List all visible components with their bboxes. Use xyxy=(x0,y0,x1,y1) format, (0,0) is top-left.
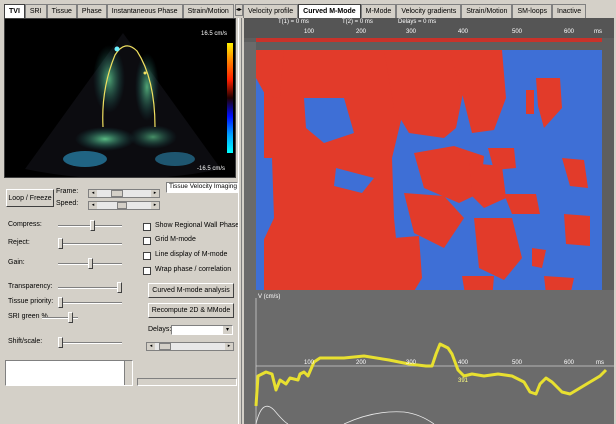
tab-strain-motion-left[interactable]: Strain/Motion xyxy=(182,4,234,18)
delays-thumb[interactable] xyxy=(159,343,171,350)
speed-scrollbar[interactable]: ◂ ▸ xyxy=(88,201,160,210)
tab-tvi[interactable]: TVI xyxy=(4,4,25,18)
gain-slider[interactable] xyxy=(88,258,93,269)
tick-ms: ms xyxy=(594,29,602,35)
tab-tissue[interactable]: Tissue xyxy=(46,4,77,18)
tab-sri[interactable]: SRI xyxy=(24,4,47,18)
transparency-label: Transparency: xyxy=(8,283,53,290)
tab-phase[interactable]: Phase xyxy=(76,4,107,18)
graph-tick-600: 600 xyxy=(564,360,575,366)
scale-bottom-label: -16.5 cm/s xyxy=(197,166,226,172)
line-display-label: Line display of M-mode xyxy=(155,251,228,258)
graph-tick-ms: ms xyxy=(596,360,604,366)
curved-mmode-panel[interactable]: T(1) = 0 ms T(2) = 0 ms Delays = 0 ms 10… xyxy=(244,18,614,424)
delays-right-arrow[interactable]: ▸ xyxy=(225,343,233,350)
marker-value: 391 xyxy=(458,378,469,384)
scale-top-label: 16.5 cm/s xyxy=(201,31,228,37)
curved-mmode-image xyxy=(244,18,614,424)
sri-green-slider[interactable] xyxy=(68,312,73,323)
compress-label: Compress: xyxy=(8,221,42,228)
mmode-t1-label: T(1) = 0 ms xyxy=(278,19,309,25)
status-bar xyxy=(137,378,237,386)
tick-300: 300 xyxy=(406,29,417,35)
tab-sm-loops[interactable]: SM-loops xyxy=(512,4,553,18)
wrap-phase-checkbox[interactable] xyxy=(143,267,151,275)
tick-500: 500 xyxy=(512,29,523,35)
tab-mmode[interactable]: M-Mode xyxy=(360,4,397,18)
show-regional-label: Show Regional Wall Phase xyxy=(155,222,240,229)
reject-label: Reject: xyxy=(8,239,30,246)
reject-slider[interactable] xyxy=(58,238,63,249)
frame-left-arrow[interactable]: ◂ xyxy=(89,190,97,197)
graph-tick-500: 500 xyxy=(512,360,523,366)
shift-scale-label: Shift/scale: xyxy=(8,338,43,345)
shift-scale-slider[interactable] xyxy=(58,337,63,348)
graph-tick-100: 100 xyxy=(304,360,315,366)
graph-tick-200: 200 xyxy=(356,360,367,366)
speed-label: Speed: xyxy=(56,200,79,207)
tick-600: 600 xyxy=(564,29,575,35)
tab-velocity-profile[interactable]: Velocity profile xyxy=(243,4,299,18)
panel-divider[interactable] xyxy=(238,18,242,424)
tick-200: 200 xyxy=(356,29,367,35)
notes-textarea[interactable] xyxy=(5,360,133,386)
tab-instantaneous-phase[interactable]: Instantaneous Phase xyxy=(106,4,183,18)
shift-scale-track xyxy=(58,342,122,344)
tissue-priority-label: Tissue priority: xyxy=(8,298,54,305)
compress-slider[interactable] xyxy=(90,220,95,231)
transparency-slider[interactable] xyxy=(117,282,122,293)
graph-ylabel: V (cm/s) xyxy=(258,294,281,300)
reject-track xyxy=(58,243,122,245)
delays-scrollbar[interactable]: ◂ ▸ xyxy=(146,342,234,351)
transparency-track xyxy=(58,287,122,289)
tab-inactive[interactable]: Inactive xyxy=(552,4,587,18)
tab-velocity-gradients[interactable]: Velocity gradients xyxy=(396,4,462,18)
wrap-phase-label: Wrap phase / correlation xyxy=(155,266,232,273)
delays-dropdown[interactable]: ▾ xyxy=(171,325,233,335)
curved-mmode-analysis-button[interactable]: Curved M-mode analysis xyxy=(148,283,234,298)
tab-strain-motion-right[interactable]: Strain/Motion xyxy=(461,4,513,18)
frame-label: Frame: xyxy=(56,188,79,195)
frame-thumb[interactable] xyxy=(111,190,123,197)
graph-tick-300: 300 xyxy=(406,360,417,366)
line-display-checkbox[interactable] xyxy=(143,252,151,260)
tick-100: 100 xyxy=(304,29,315,35)
mode-label: Tissue Velocity Imaging xyxy=(166,182,238,193)
right-tab-bar: Velocity profile Curved M-Mode M-Mode Ve… xyxy=(243,4,587,18)
show-regional-checkbox[interactable] xyxy=(143,223,151,231)
echo-image xyxy=(25,33,221,179)
loop-freeze-button[interactable]: Loop / Freeze xyxy=(6,189,54,207)
gain-label: Gain: xyxy=(8,259,25,266)
tab-scroll-arrows[interactable]: ◂▸ xyxy=(234,4,243,16)
echo-image-panel[interactable]: 16.5 cm/s -16.5 cm/s xyxy=(4,18,236,179)
speed-left-arrow[interactable]: ◂ xyxy=(89,202,97,209)
grid-mmode-label: Grid M-mode xyxy=(155,236,196,243)
velocity-color-bar xyxy=(227,43,233,153)
left-tab-bar: TVI SRI Tissue Phase Instantaneous Phase… xyxy=(4,4,243,18)
tissue-priority-track xyxy=(58,302,122,304)
mmode-t2-label: T(2) = 0 ms xyxy=(342,19,373,25)
frame-scrollbar[interactable]: ◂ ▸ xyxy=(88,189,160,198)
grid-mmode-checkbox[interactable] xyxy=(143,237,151,245)
tick-400: 400 xyxy=(458,29,469,35)
textarea-scrollbar[interactable] xyxy=(124,361,132,385)
delays-label: Delays: xyxy=(148,326,172,333)
speed-thumb[interactable] xyxy=(117,202,127,209)
tissue-priority-slider[interactable] xyxy=(58,297,63,308)
mmode-delays-label: Delays = 0 ms xyxy=(398,19,437,25)
tab-curved-mmode[interactable]: Curved M-Mode xyxy=(298,4,361,18)
delays-left-arrow[interactable]: ◂ xyxy=(147,343,155,350)
frame-right-arrow[interactable]: ▸ xyxy=(151,190,159,197)
graph-tick-400: 400 xyxy=(458,360,469,366)
chevron-down-icon[interactable]: ▾ xyxy=(223,326,232,334)
recompute-button[interactable]: Recompute 2D & MMode xyxy=(148,303,234,318)
speed-right-arrow[interactable]: ▸ xyxy=(151,202,159,209)
